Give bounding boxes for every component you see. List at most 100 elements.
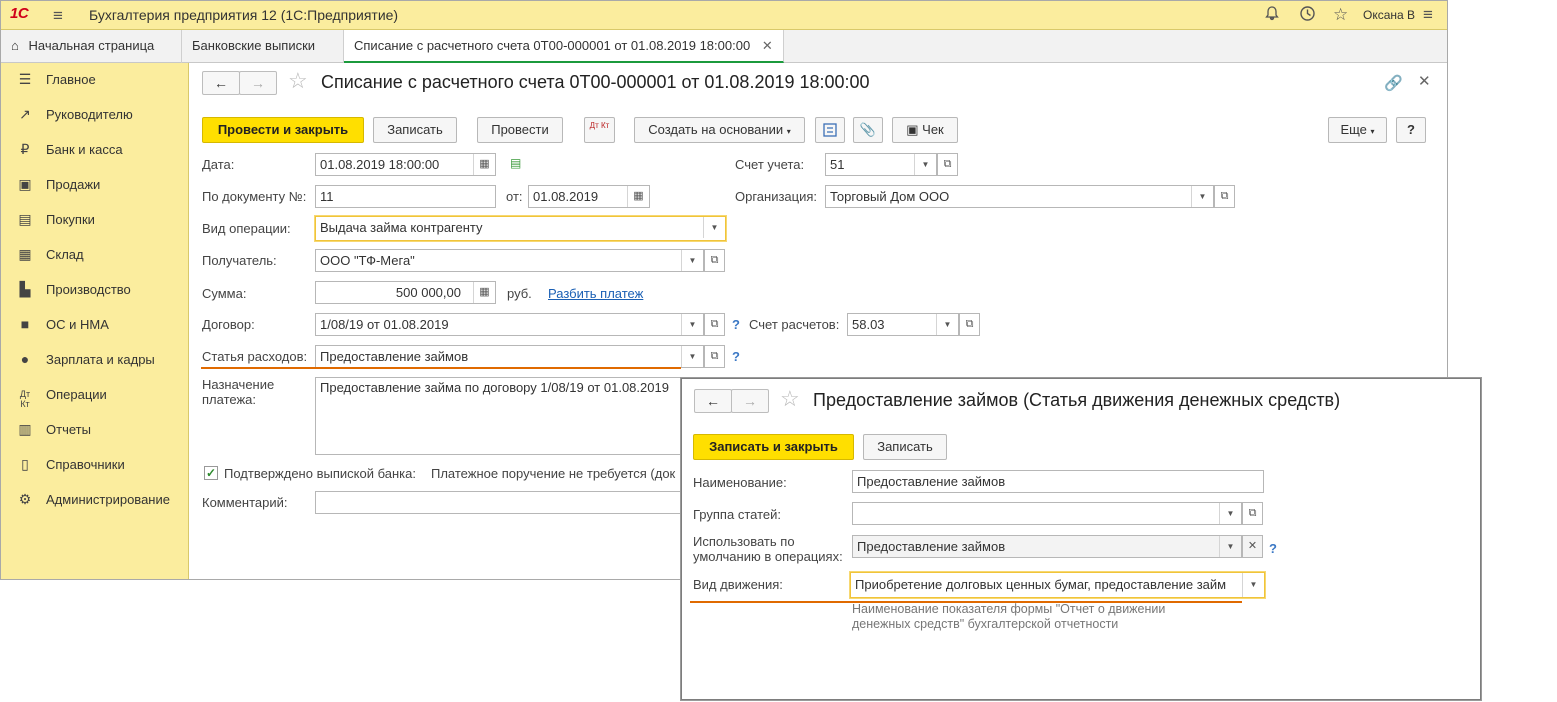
recipient-field[interactable]: ООО "ТФ-Мега" ▼ <box>315 249 704 272</box>
sidebar-item-warehouse[interactable]: ▦ Склад <box>1 244 189 268</box>
dropdown-arrow-icon[interactable]: ▼ <box>681 314 703 335</box>
contract-help-icon[interactable]: ? <box>732 317 740 332</box>
dialog-favorite-star-icon[interactable]: ☆ <box>780 386 800 412</box>
forward-button[interactable]: → <box>239 71 277 95</box>
sidebar-item-label: Операции <box>46 387 107 402</box>
dialog-open-group-icon[interactable]: ⧉ <box>1242 502 1263 525</box>
operation-type-value: Выдача займа контрагенту <box>320 220 483 235</box>
post-button[interactable]: Провести <box>477 117 563 143</box>
sidebar-item-label: Отчеты <box>46 422 91 437</box>
link-icon[interactable]: 🔗 <box>1384 74 1403 92</box>
dropdown-arrow-icon[interactable]: ▼ <box>681 250 703 271</box>
confirmed-checkbox[interactable]: ✓ <box>204 466 218 480</box>
organization-field[interactable]: Торговый Дом ООО ▼ <box>825 185 1214 208</box>
expense-help-icon[interactable]: ? <box>732 349 740 364</box>
close-tab-icon[interactable]: ✕ <box>762 38 773 53</box>
history-icon[interactable] <box>1299 5 1316 27</box>
user-name[interactable]: Оксана В <box>1363 8 1415 22</box>
sidebar-item-manager[interactable]: ↗ Руководителю <box>1 104 189 128</box>
dropdown-arrow-icon[interactable]: ▼ <box>1191 186 1213 207</box>
dialog-movement-type-select[interactable]: Приобретение долговых ценных бумаг, пред… <box>850 572 1265 598</box>
dropdown-arrow-icon[interactable]: ▼ <box>1219 536 1241 557</box>
split-payment-link[interactable]: Разбить платеж <box>548 286 643 301</box>
post-and-close-button[interactable]: Провести и закрыть <box>202 117 364 143</box>
dropdown-arrow-icon[interactable]: ▼ <box>1219 503 1241 524</box>
sidebar-item-reports[interactable]: ▥ Отчеты <box>1 419 189 443</box>
dropdown-arrow-icon[interactable]: ▼ <box>914 154 936 175</box>
sum-field[interactable]: 500 000,00 ▦ <box>315 281 496 304</box>
create-based-on-label: Создать на основании <box>648 122 784 137</box>
gear-icon: ⚙ <box>18 491 32 507</box>
confirmed-label: Подтверждено выпиской банка: <box>224 466 416 481</box>
receipt-button[interactable]: ▣ Чек <box>892 117 958 143</box>
dropdown-arrow-icon[interactable]: ▼ <box>681 346 703 367</box>
open-contract-icon[interactable]: ⧉ <box>704 313 725 336</box>
dialog-save-button[interactable]: Записать <box>863 434 947 460</box>
favorite-star-icon[interactable]: ☆ <box>288 68 308 94</box>
calculator-icon[interactable]: ▦ <box>473 282 495 303</box>
dropdown-arrow-icon[interactable]: ▼ <box>703 217 725 238</box>
favorites-icon[interactable]: ☆ <box>1333 5 1348 25</box>
dialog-help-icon[interactable]: ? <box>1269 541 1277 556</box>
sidebar: ☰ Главное ↗ Руководителю ₽ Банк и касса ▣ Пр… <box>1 63 189 579</box>
dialog-back-button[interactable]: ← <box>694 389 732 413</box>
dropdown-arrow-icon[interactable]: ▼ <box>1242 573 1264 597</box>
bell-icon[interactable] <box>1264 5 1280 26</box>
sidebar-item-purchases[interactable]: ▤ Покупки <box>1 209 189 233</box>
dialog-name-field[interactable]: Предоставление займов <box>852 470 1264 493</box>
menu-icon[interactable]: ≡ <box>53 6 63 26</box>
dialog-clear-icon[interactable]: ✕ <box>1242 535 1263 558</box>
comment-label: Комментарий: <box>202 495 288 510</box>
tab-writeoff-document[interactable]: Списание с расчетного счета 0Т00-000001 … <box>344 30 784 63</box>
dropdown-arrow-icon[interactable]: ▼ <box>936 314 958 335</box>
tab-label: Списание с расчетного счета 0Т00-000001 … <box>354 38 751 53</box>
close-form-icon[interactable]: ✕ <box>1418 72 1431 90</box>
help-button[interactable]: ? <box>1396 117 1426 143</box>
warehouse-icon: ▦ <box>18 246 32 262</box>
sidebar-item-sales[interactable]: ▣ Продажи <box>1 174 189 198</box>
debit-credit-icon[interactable]: Дт Кт <box>584 117 615 143</box>
open-expense-item-icon[interactable]: ⧉ <box>704 345 725 368</box>
dialog-default-operations-field[interactable]: Предоставление займов ▼ <box>852 535 1242 558</box>
tab-label: Банковские выписки <box>192 38 316 53</box>
account-field[interactable]: 51 ▼ <box>825 153 937 176</box>
more-label: Еще <box>1340 122 1367 137</box>
dialog-forward-button[interactable]: → <box>731 389 769 413</box>
check-list-icon[interactable]: ▤ <box>510 156 521 170</box>
contract-field[interactable]: 1/08/19 от 01.08.2019 ▼ <box>315 313 704 336</box>
calendar-icon[interactable]: ▦ <box>473 154 495 175</box>
open-account-icon[interactable]: ⧉ <box>937 153 958 176</box>
dialog-save-and-close-button[interactable]: Записать и закрыть <box>693 434 854 460</box>
main-menu-icon[interactable]: ≡ <box>1423 5 1433 25</box>
settlement-account-label: Счет расчетов: <box>749 317 840 332</box>
attachment-icon[interactable]: 📎 <box>853 117 883 143</box>
more-button[interactable]: Еще ▾ <box>1328 117 1387 143</box>
sidebar-item-salary[interactable]: ● Зарплата и кадры <box>1 349 189 373</box>
doc-number-field[interactable]: 11 <box>315 185 496 208</box>
open-recipient-icon[interactable]: ⧉ <box>704 249 725 272</box>
tab-bank-statements[interactable]: Банковские выписки <box>182 30 344 63</box>
save-button[interactable]: Записать <box>373 117 457 143</box>
back-button[interactable]: ← <box>202 71 240 95</box>
sidebar-item-fixed-assets[interactable]: ■ ОС и НМА <box>1 314 189 338</box>
tab-home[interactable]: ⌂ Начальная страница <box>1 30 182 63</box>
sidebar-item-bank-cash[interactable]: ₽ Банк и касса <box>1 139 189 163</box>
settlement-account-field[interactable]: 58.03 ▼ <box>847 313 959 336</box>
create-based-on-button[interactable]: Создать на основании ▾ <box>634 117 805 143</box>
dialog-group-field[interactable]: ▼ <box>852 502 1242 525</box>
open-settlement-account-icon[interactable]: ⧉ <box>959 313 980 336</box>
sidebar-item-production[interactable]: ▙ Производство <box>1 279 189 303</box>
sidebar-item-admin[interactable]: ⚙ Администрирование <box>1 489 189 513</box>
from-date-field[interactable]: 01.08.2019 ▦ <box>528 185 650 208</box>
structure-icon[interactable] <box>815 117 845 143</box>
operation-type-label: Вид операции: <box>202 221 291 236</box>
calendar-icon[interactable]: ▦ <box>627 186 649 207</box>
expense-item-field[interactable]: Предоставление займов ▼ <box>315 345 704 368</box>
open-organization-icon[interactable]: ⧉ <box>1214 185 1235 208</box>
sidebar-item-main[interactable]: ☰ Главное <box>1 69 189 93</box>
factory-icon: ▙ <box>19 281 31 297</box>
date-field[interactable]: 01.08.2019 18:00:00 ▦ <box>315 153 496 176</box>
operation-type-select[interactable]: Выдача займа контрагенту ▼ <box>315 216 726 241</box>
sidebar-item-catalogs[interactable]: ▯ Справочники <box>1 454 189 478</box>
sidebar-item-operations[interactable]: Дт Кт Операции <box>1 384 189 409</box>
